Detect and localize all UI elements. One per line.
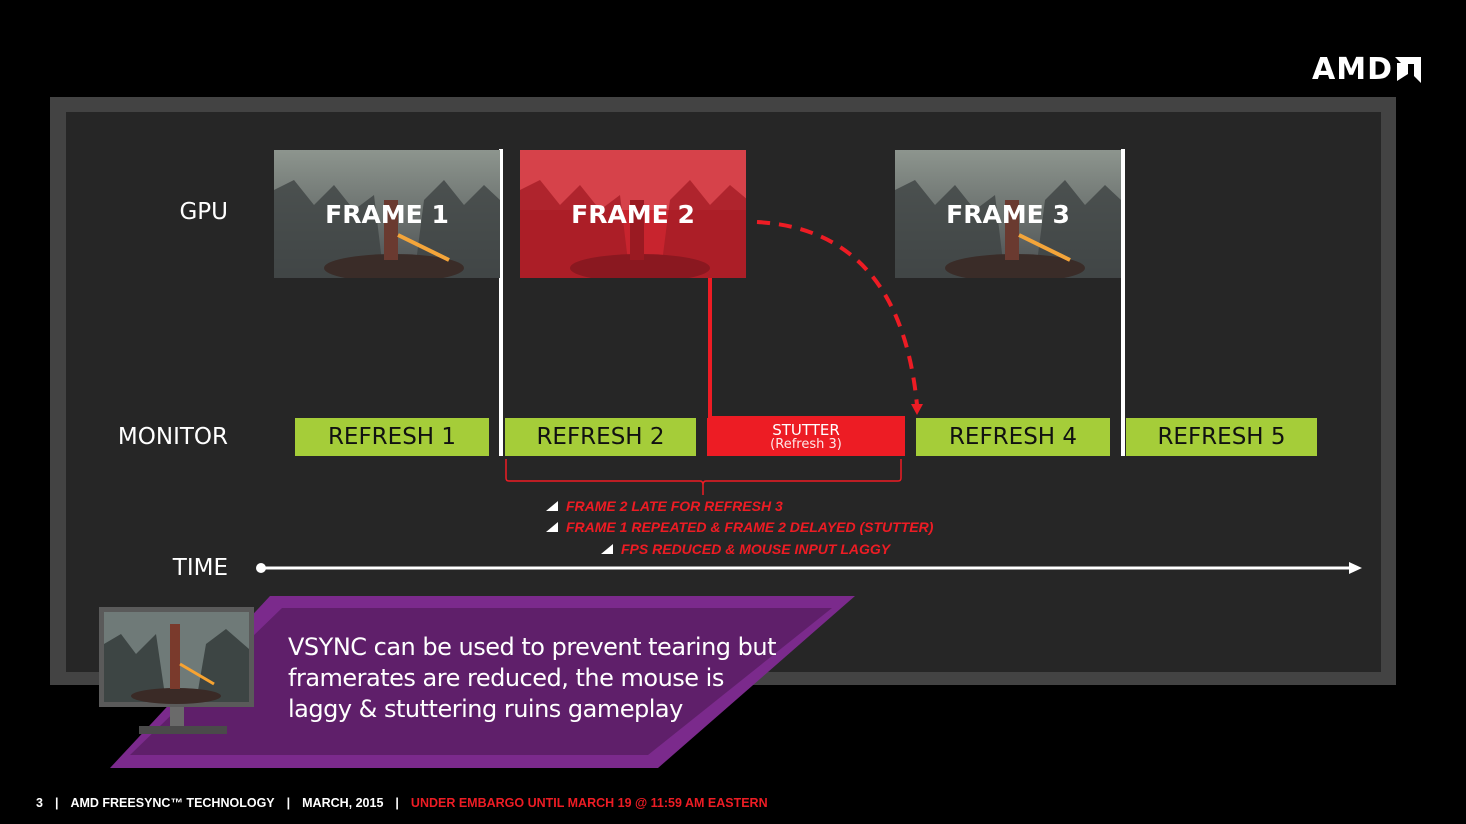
callout-line: VSYNC can be used to prevent tearing but bbox=[288, 633, 777, 661]
page-number: 3 bbox=[36, 796, 43, 810]
footer-date: MARCH, 2015 bbox=[302, 796, 384, 810]
footer: 3 | AMD FREESYNC™ TECHNOLOGY | MARCH, 2015 | U… bbox=[36, 796, 768, 810]
footer-title: AMD FREESYNC™ TECHNOLOGY bbox=[70, 796, 275, 810]
embargo-notice: UNDER EMBARGO UNTIL MARCH 19 @ 11:59 AM … bbox=[410, 796, 768, 810]
callout-line: laggy & stuttering ruins gameplay bbox=[288, 695, 683, 723]
callout-line: framerates are reduced, the mouse is bbox=[288, 664, 724, 692]
monitor-icon bbox=[99, 607, 254, 734]
callout-text: VSYNC can be used to prevent tearing but… bbox=[288, 632, 788, 725]
separator: | bbox=[395, 796, 399, 810]
separator: | bbox=[54, 796, 59, 810]
separator: | bbox=[286, 796, 291, 810]
